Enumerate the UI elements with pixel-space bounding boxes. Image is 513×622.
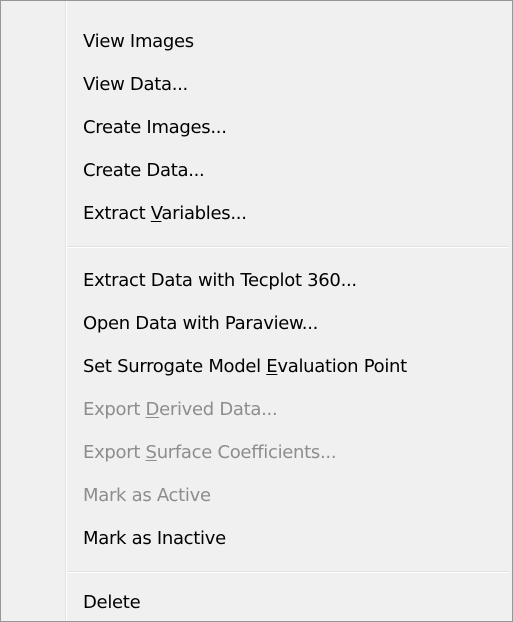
menu-item-mark-active[interactable]: Mark as Active [83,479,502,513]
menu-item-label: Delete [83,592,141,613]
menu-item-accelerator: S [145,442,157,463]
menu-item-label: Mark as Active [83,485,211,506]
menu-item-label: Extract Data with Tecplot 360... [83,270,357,291]
menu-item-label: Extract [83,203,151,224]
menu-item-extract-variables[interactable]: Extract Variables... [83,197,502,231]
menu-item-label: Create Images... [83,117,227,138]
menu-item-label: Export [83,442,146,463]
menu-item-label-rest: valuation Point [277,356,407,377]
menu-item-view-images[interactable]: View Images [83,25,502,59]
menu-item-accelerator: V [150,203,162,224]
menu-separator [67,571,508,573]
menu-item-open-data-paraview[interactable]: Open Data with Paraview... [83,307,502,341]
menu-item-export-surface-coefficients[interactable]: Export Surface Coefficients... [83,436,502,470]
menu-item-export-derived-data[interactable]: Export Derived Data... [83,393,502,427]
menu-item-label: Set Surrogate Model [83,356,267,377]
menu-item-delete[interactable]: Delete [83,586,502,620]
menu-item-label: View Images [83,31,194,52]
menu-item-accelerator: E [266,356,278,377]
menu-item-create-data[interactable]: Create Data... [83,154,502,188]
menu-item-label: Create Data... [83,160,205,181]
menu-item-label-rest: ariables... [161,203,247,224]
menu-item-create-images[interactable]: Create Images... [83,111,502,145]
menu-item-label-rest: urface Coefficients... [156,442,337,463]
menu-item-set-surrogate-point[interactable]: Set Surrogate Model Evaluation Point [83,350,502,384]
menu-item-label: View Data... [83,74,188,95]
gutter-divider [65,1,67,621]
icon-gutter [1,1,65,621]
menu-item-accelerator: D [145,399,160,420]
context-menu: View Images View Data... Create Images..… [0,0,513,622]
menu-item-label: Mark as Inactive [83,528,226,549]
menu-separator [67,246,508,248]
menu-item-label: Export [83,399,146,420]
menu-item-view-data[interactable]: View Data... [83,68,502,102]
menu-item-label-rest: erived Data... [159,399,278,420]
menu-item-mark-inactive[interactable]: Mark as Inactive [83,522,502,556]
menu-item-label: Open Data with Paraview... [83,313,319,334]
menu-item-extract-data-tecplot[interactable]: Extract Data with Tecplot 360... [83,264,502,298]
